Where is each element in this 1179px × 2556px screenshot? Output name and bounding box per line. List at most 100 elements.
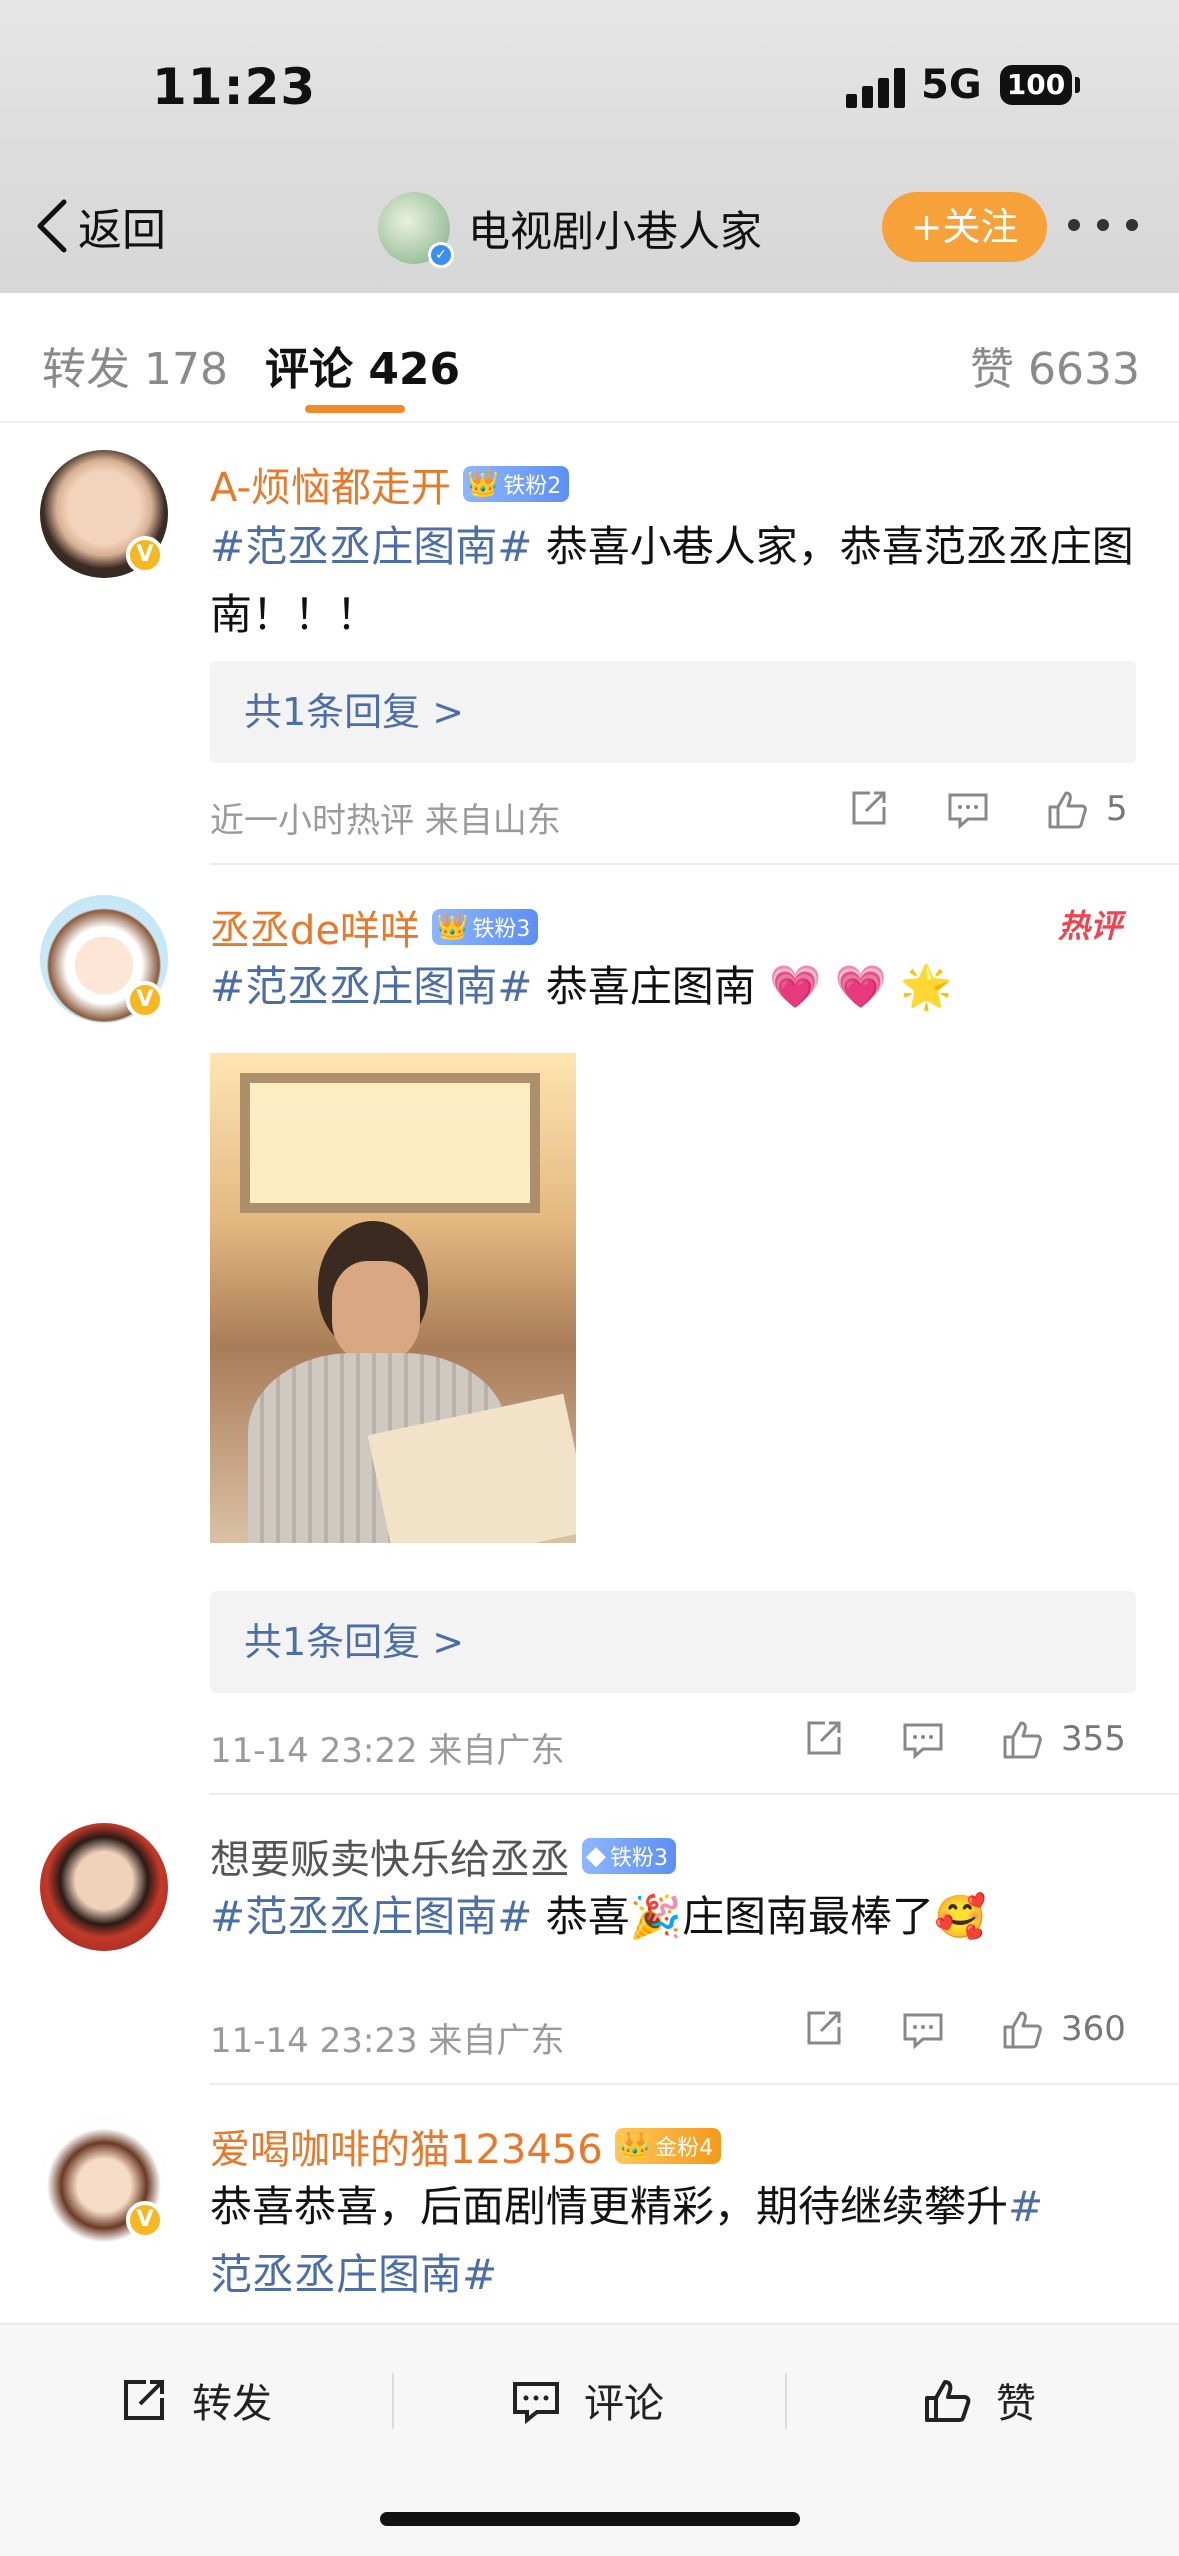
separator [785, 2373, 787, 2429]
comment-actions: 360 [745, 2007, 1126, 2051]
more-options-icon[interactable] [1068, 210, 1138, 240]
fan-badge: 👑 铁粉2 [462, 466, 570, 502]
comment-username[interactable]: 丞丞de咩咩 👑 铁粉3 [210, 898, 539, 956]
comment-username[interactable]: A-烦恼都走开 👑 铁粉2 [210, 455, 570, 513]
avatar[interactable]: V [40, 895, 168, 1023]
comment-item: V A-烦恼都走开 👑 铁粉2 #范丞丞庄图南# 恭喜小巷人家，恭喜范丞丞庄图南！… [0, 425, 1179, 865]
hashtag-link[interactable]: # [1008, 2182, 1043, 2231]
comment-body: 庄图南最棒了 [682, 1892, 935, 1941]
avatar[interactable] [40, 1823, 168, 1951]
reply-count-link[interactable]: 共1条回复 > [210, 1591, 1136, 1693]
repost-button[interactable]: 转发 [118, 2365, 272, 2435]
status-time: 11:23 [152, 58, 317, 116]
crown-icon: 👑 [436, 912, 469, 942]
battery-tip [1075, 77, 1080, 93]
avatar[interactable]: V [40, 2115, 168, 2243]
emoji-hearts: 💗 💗 🌟 [769, 962, 953, 1011]
back-label: 返回 [78, 205, 166, 256]
comment-body: 恭喜庄图南 [532, 962, 756, 1011]
like-label: 赞 [996, 2381, 1036, 2427]
fan-badge-label: 铁粉3 [610, 1846, 668, 1871]
like-count: 355 [1061, 1719, 1126, 1759]
comment-meta: 近一小时热评 来自山东 [210, 801, 561, 841]
comment-actions: 5 [790, 787, 1128, 831]
verified-gold-icon: V [126, 536, 164, 574]
share-icon[interactable] [846, 787, 890, 831]
account-title[interactable]: ✓ 电视剧小巷人家 [378, 188, 762, 268]
crown-icon: 👑 [618, 2131, 652, 2161]
comment-meta: 11-14 23:22 来自广东 [210, 1731, 565, 1771]
chevron-left-icon [37, 199, 67, 253]
tab-repost[interactable]: 转发 178 [42, 333, 228, 397]
hashtag-link[interactable]: #范丞丞庄图南# [210, 962, 532, 1011]
like-icon[interactable] [1046, 787, 1090, 831]
like-icon[interactable] [1001, 2007, 1045, 2051]
username-text: A-烦恼都走开 [210, 465, 451, 511]
battery-icon: 100 [1000, 65, 1072, 105]
comment-item: V 爱喝咖啡的猫123456 👑 金粉4 恭喜恭喜，后面剧情更精彩，期待继续攀升#… [0, 2085, 1179, 2325]
username-text: 想要贩卖快乐给丞丞 [210, 1837, 570, 1883]
comment-username[interactable]: 爱喝咖啡的猫123456 👑 金粉4 [210, 2117, 722, 2175]
account-name: 电视剧小巷人家 [468, 206, 763, 256]
comment-photo[interactable] [210, 1053, 576, 1543]
back-button[interactable]: 返回 [30, 190, 166, 262]
comment-icon[interactable] [901, 2007, 945, 2051]
comment-text: #范丞丞庄图南# 恭喜小巷人家，恭喜范丞丞庄图南！！！ [210, 513, 1140, 649]
comment-item: V 丞丞de咩咩 👑 铁粉3 热评 #范丞丞庄图南# 恭喜庄图南 💗 💗 🌟 共1… [0, 865, 1179, 1795]
active-tab-indicator [305, 405, 405, 413]
fan-badge-label: 铁粉3 [472, 917, 531, 942]
smiling-face-icon: 🥰 [934, 1892, 987, 1941]
diamond-icon: ◆ [586, 1841, 606, 1871]
comment-text: #范丞丞庄图南# 恭喜🎉庄图南最棒了🥰 [210, 1883, 1140, 1951]
comment-text: #范丞丞庄图南# 恭喜庄图南 💗 💗 🌟 [210, 953, 1140, 1021]
verified-gold-icon: V [126, 2201, 164, 2239]
party-popper-icon: 🎉 [629, 1892, 683, 1941]
tab-likes[interactable]: 赞 6633 [970, 333, 1140, 397]
home-indicator[interactable] [380, 2512, 800, 2526]
share-icon[interactable] [801, 2007, 845, 2051]
verified-gold-icon: V [126, 981, 164, 1019]
comment-text: 恭喜恭喜，后面剧情更精彩，期待继续攀升# 范丞丞庄图南# [210, 2173, 1140, 2309]
comment-body: 恭喜 [532, 1892, 630, 1941]
like-count: 360 [1061, 2009, 1126, 2049]
hashtag-link[interactable]: 范丞丞庄图南# [210, 2250, 497, 2299]
comment-icon[interactable] [946, 787, 990, 831]
comment-icon[interactable] [901, 1717, 945, 1761]
username-text: 丞丞de咩咩 [210, 908, 420, 954]
fan-badge-label: 铁粉2 [503, 474, 562, 499]
comment-icon [513, 2382, 559, 2425]
tab-bar: 转发 178 评论 426 赞 6633 [0, 293, 1179, 423]
username-text: 爱喝咖啡的猫123456 [210, 2127, 603, 2173]
fan-badge: 👑 金粉4 [614, 2128, 722, 2164]
hashtag-link[interactable]: #范丞丞庄图南# [210, 522, 532, 571]
separator [392, 2373, 394, 2429]
hashtag-link[interactable]: #范丞丞庄图南# [210, 1892, 532, 1941]
hot-comment-tag: 热评 [1058, 907, 1123, 945]
like-icon [925, 2380, 971, 2422]
like-count: 5 [1106, 789, 1128, 829]
comment-meta: 11-14 23:23 来自广东 [210, 2021, 565, 2061]
like-icon[interactable] [1001, 1717, 1045, 1761]
cellular-signal-icon [846, 68, 906, 108]
fan-badge: 👑 铁粉3 [432, 909, 539, 945]
comment-label: 评论 [584, 2381, 664, 2427]
repost-icon [124, 2380, 164, 2420]
follow-button[interactable]: +关注 [882, 192, 1047, 262]
comment-actions: 355 [745, 1717, 1126, 1761]
avatar[interactable]: V [40, 450, 168, 578]
fan-badge: ◆ 铁粉3 [582, 1838, 676, 1874]
network-type: 5G [921, 62, 982, 108]
like-button[interactable]: 赞 [922, 2365, 1036, 2435]
comment-username[interactable]: 想要贩卖快乐给丞丞 ◆ 铁粉3 [210, 1827, 676, 1885]
tab-comments[interactable]: 评论 426 [265, 333, 460, 397]
account-avatar: ✓ [378, 192, 454, 268]
repost-label: 转发 [192, 2381, 272, 2427]
verified-blue-icon: ✓ [428, 242, 454, 268]
comment-item: 想要贩卖快乐给丞丞 ◆ 铁粉3 #范丞丞庄图南# 恭喜🎉庄图南最棒了🥰 11-14… [0, 1795, 1179, 2085]
nav-header: 11:23 5G 100 返回 ✓ 电视剧小巷人家 +关注 [0, 0, 1179, 293]
fan-badge-label: 金粉4 [655, 2136, 714, 2161]
comment-button[interactable]: 评论 [510, 2365, 664, 2435]
crown-icon: 👑 [466, 469, 500, 499]
reply-count-link[interactable]: 共1条回复 > [210, 661, 1136, 763]
share-icon[interactable] [801, 1717, 845, 1761]
